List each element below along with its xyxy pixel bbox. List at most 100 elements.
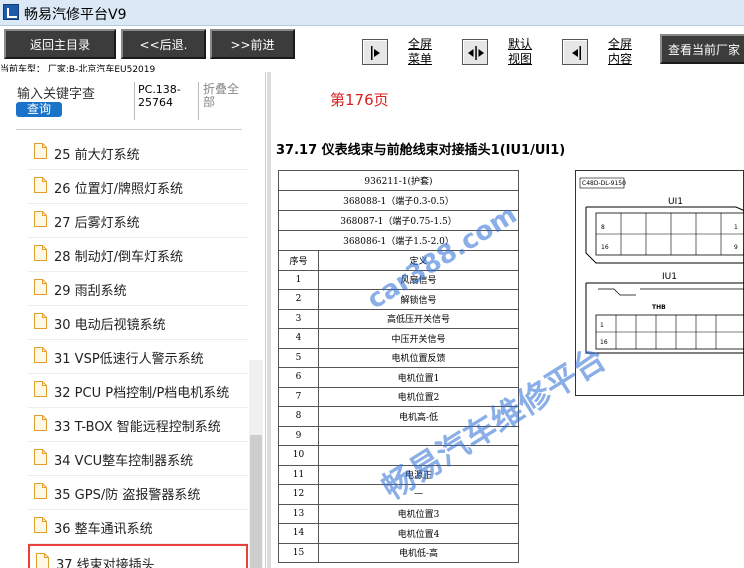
pin-definition: 电机高-低 [318, 406, 519, 427]
back-to-main-button[interactable]: 返回主目录 [4, 29, 116, 59]
pin-table: 936211-1(护套) 368088-1（端子0.3-0.5） 368087-… [278, 170, 519, 563]
pin-number: 5 [278, 347, 319, 368]
pin-definition: 高低压开关信号 [318, 308, 519, 329]
pin-number: 13 [278, 503, 319, 524]
document-icon [34, 245, 47, 261]
pin-definition: 风扇信号 [318, 269, 519, 290]
table-row: 14 电机位置4 [278, 523, 519, 544]
pin-definition [318, 425, 519, 446]
page-number: 第176页 [330, 91, 389, 109]
tree-item[interactable]: 37 线束对接插头 [28, 544, 248, 568]
pin-label: 1 [600, 322, 604, 329]
view-current-manufacturer-button[interactable]: 查看当前厂家 [660, 34, 744, 64]
pin-definition: 电机位置3 [318, 503, 519, 524]
connector-drawing: C48D-DL-9150 UI1 8 16 1 9 IU1 THB 1 16 [579, 177, 744, 354]
column-header-definition: 定义 [318, 250, 519, 271]
diagram-label-thb: THB [652, 304, 666, 311]
connector-diagram: C48D-DL-9150 UI1 8 16 1 9 IU1 THB 1 16 [575, 170, 744, 396]
pin-definition: 解锁信号 [318, 289, 519, 310]
pc-code: PC.138-25764 [138, 83, 181, 109]
table-row: 11 电源正 [278, 464, 519, 485]
document-icon [34, 211, 47, 227]
divider [16, 129, 242, 130]
fullscreen-content-label[interactable]: 全屏 内容 [608, 37, 632, 67]
tree-item[interactable]: 34 VCU整车控制器系统 [28, 442, 248, 476]
document-icon [34, 517, 47, 533]
table-row: 8 电机高-低 [278, 406, 519, 427]
document-icon [34, 143, 47, 159]
fullscreen-menu-icon[interactable] [362, 39, 388, 65]
pin-number: 14 [278, 523, 319, 544]
document-icon [34, 177, 47, 193]
diagram-code: C48D-DL-9150 [582, 180, 626, 187]
tree-item-label: 35 GPS/防 盗报警器系统 [54, 488, 201, 503]
pin-definition [318, 445, 519, 466]
search-input[interactable]: 输入关键字查 [17, 83, 95, 102]
scrollbar-thumb[interactable] [250, 435, 262, 568]
tree-item[interactable]: 30 电动后视镜系统 [28, 306, 248, 340]
table-row: 13 电机位置3 [278, 503, 519, 524]
document-icon [34, 279, 47, 295]
tree-item[interactable]: 36 整车通讯系统 [28, 510, 248, 544]
table-row: 368088-1（端子0.3-0.5） [278, 190, 519, 211]
tree-item-label: 36 整车通讯系统 [54, 522, 153, 537]
pin-label: 8 [601, 224, 605, 231]
table-row: 15 电机低-高 [278, 542, 519, 563]
panel-splitter[interactable] [267, 72, 271, 568]
pin-number: 12 [278, 484, 319, 505]
default-view-icon[interactable] [462, 39, 488, 65]
pin-number: 15 [278, 542, 319, 563]
forward-button[interactable]: >>前进 [210, 29, 295, 59]
app-logo-icon [3, 4, 19, 20]
pin-number: 7 [278, 386, 319, 407]
default-view-label[interactable]: 默认 视图 [508, 37, 532, 67]
tree-item[interactable]: 26 位置灯/牌照灯系统 [28, 170, 248, 204]
pin-number: 1 [278, 269, 319, 290]
tree-item-label: 29 雨刮系统 [54, 284, 127, 299]
document-icon [34, 347, 47, 363]
pin-number: 9 [278, 425, 319, 446]
table-row: 12— [278, 484, 519, 505]
search-button[interactable]: 查询 [16, 102, 62, 117]
document-icon [34, 415, 47, 431]
diagram-label-iu1: IU1 [662, 272, 677, 282]
tree-item-label: 37 线束对接插头 [56, 558, 155, 568]
tree-item-label: 28 制动灯/倒车灯系统 [54, 250, 184, 265]
fullscreen-content-icon[interactable] [562, 39, 588, 65]
document-icon [34, 381, 47, 397]
pin-number: 6 [278, 367, 319, 388]
fullscreen-menu-label[interactable]: 全屏 菜单 [408, 37, 432, 67]
tree-item[interactable]: 35 GPS/防 盗报警器系统 [28, 476, 248, 510]
table-row: 368086-1（端子1.5-2.0） [278, 230, 519, 251]
fold-all-button[interactable]: 折叠全部 [203, 83, 243, 109]
pin-label: 16 [600, 339, 608, 346]
table-row: 936211-1(护套) [278, 170, 519, 191]
tree-item[interactable]: 29 雨刮系统 [28, 272, 248, 306]
tree-item[interactable]: 32 PCU P档控制/P档电机系统 [28, 374, 248, 408]
table-row: 2 解锁信号 [278, 289, 519, 310]
tree-item[interactable]: 25 前大灯系统 [28, 136, 248, 170]
table-row: 368087-1（端子0.75-1.5） [278, 210, 519, 231]
pin-label: 9 [734, 244, 738, 251]
pin-number: 4 [278, 328, 319, 349]
tree-item[interactable]: 27 后雾灯系统 [28, 204, 248, 238]
tree-item-label: 27 后雾灯系统 [54, 216, 140, 231]
pin-number: 11 [278, 464, 319, 485]
tree-item-label: 26 位置灯/牌照灯系统 [54, 182, 184, 197]
tree-item-label: 30 电动后视镜系统 [54, 318, 166, 333]
pin-number: 8 [278, 406, 319, 427]
tree-item-label: 31 VSP低速行人警示系统 [54, 352, 204, 367]
document-icon [34, 449, 47, 465]
tree-item[interactable]: 33 T-BOX 智能远程控制系统 [28, 408, 248, 442]
table-row: 1 风扇信号 [278, 269, 519, 290]
table-row: 4 中压开关信号 [278, 328, 519, 349]
back-button[interactable]: <<后退. [121, 29, 206, 59]
tree-item-label: 33 T-BOX 智能远程控制系统 [54, 420, 221, 435]
table-row: 7 电机位置2 [278, 386, 519, 407]
tree-item[interactable]: 31 VSP低速行人警示系统 [28, 340, 248, 374]
pin-definition: 电机位置反馈 [318, 347, 519, 368]
tree-item-label: 25 前大灯系统 [54, 148, 140, 163]
pin-label: 1 [734, 224, 738, 231]
tree-item[interactable]: 28 制动灯/倒车灯系统 [28, 238, 248, 272]
diagram-label-ui1: UI1 [668, 197, 683, 207]
